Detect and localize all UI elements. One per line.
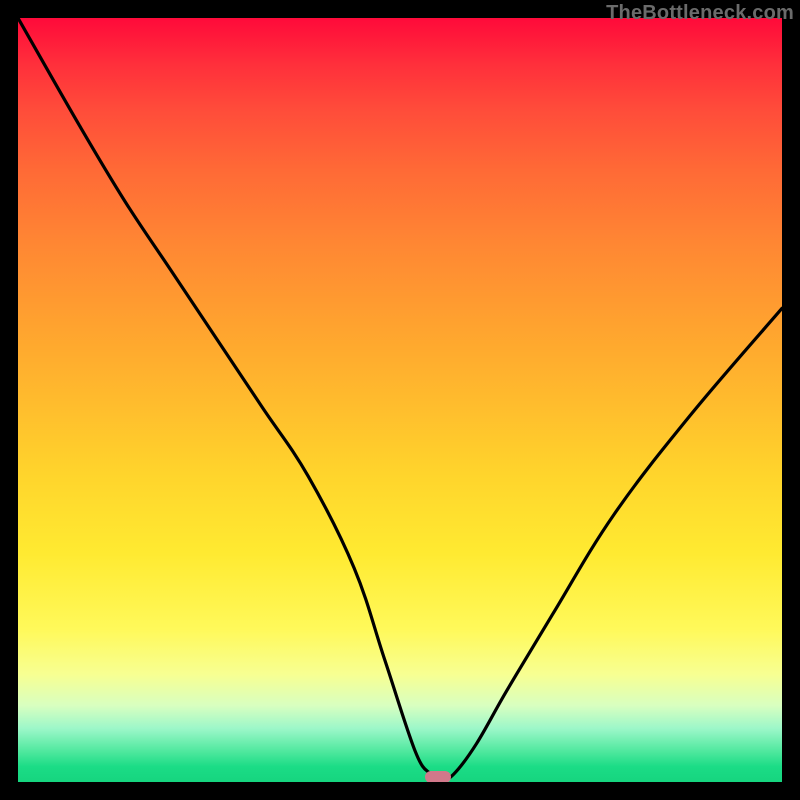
bottleneck-curve [18,18,782,782]
bottleneck-curve-line [18,18,782,782]
plot-area [18,18,782,782]
attribution-label: TheBottleneck.com [606,2,794,25]
chart-stage: TheBottleneck.com [0,0,800,800]
optimal-point-marker [425,771,451,782]
